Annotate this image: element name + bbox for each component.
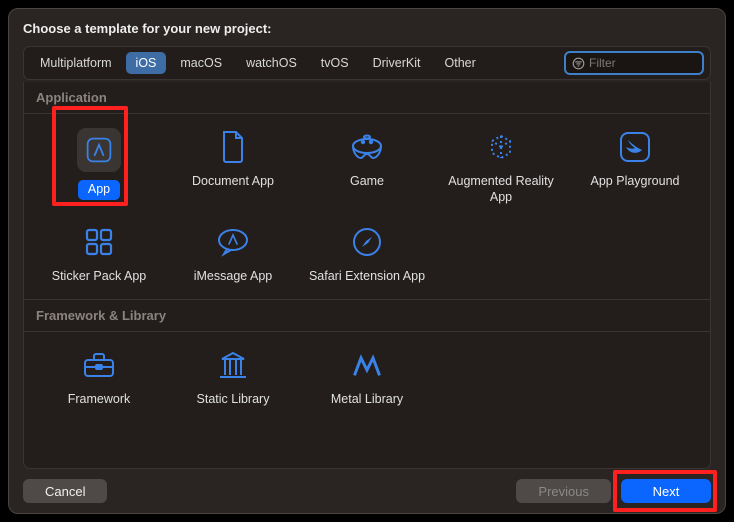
template-document-app[interactable]: Document App — [168, 128, 298, 205]
template-label: App — [78, 180, 120, 200]
tab-driverkit[interactable]: DriverKit — [363, 52, 431, 74]
section-header-application: Application — [24, 82, 710, 114]
application-grid: App Document App — [24, 114, 710, 299]
template-label: Document App — [192, 174, 274, 190]
template-label: Framework — [68, 392, 131, 408]
template-safari-extension[interactable]: Safari Extension App — [302, 223, 432, 285]
imessage-icon — [214, 223, 252, 261]
filter-field-wrap[interactable] — [564, 51, 704, 75]
swift-icon — [616, 128, 654, 166]
metal-icon — [348, 346, 386, 384]
safari-icon — [348, 223, 386, 261]
tab-macos[interactable]: macOS — [170, 52, 232, 74]
template-label: Static Library — [197, 392, 270, 408]
template-app[interactable]: App — [34, 128, 164, 205]
game-icon — [348, 128, 386, 166]
library-icon — [214, 346, 252, 384]
app-icon — [77, 128, 121, 172]
sticker-icon — [80, 223, 118, 261]
toolbox-icon — [80, 346, 118, 384]
template-label: Safari Extension App — [309, 269, 425, 285]
template-imessage-app[interactable]: iMessage App — [168, 223, 298, 285]
template-label: Augmented Reality App — [441, 174, 561, 205]
document-icon — [214, 128, 252, 166]
template-sticker-pack[interactable]: Sticker Pack App — [34, 223, 164, 285]
template-scroll-area[interactable]: Application App — [23, 82, 711, 469]
template-metal-library[interactable]: Metal Library — [302, 346, 432, 408]
framework-grid: Framework Static Library — [24, 332, 710, 422]
filter-input[interactable] — [589, 56, 734, 70]
template-label: iMessage App — [194, 269, 273, 285]
template-framework[interactable]: Framework — [34, 346, 164, 408]
template-static-library[interactable]: Static Library — [168, 346, 298, 408]
tab-ios[interactable]: iOS — [126, 52, 167, 74]
tab-watchos[interactable]: watchOS — [236, 52, 307, 74]
template-game[interactable]: Game — [302, 128, 432, 205]
next-button[interactable]: Next — [621, 479, 711, 503]
template-chooser-sheet: Choose a template for your new project: … — [8, 8, 726, 514]
tab-other[interactable]: Other — [435, 52, 486, 74]
filter-icon — [572, 56, 585, 70]
previous-button[interactable]: Previous — [516, 479, 611, 503]
ar-icon — [482, 128, 520, 166]
template-playground[interactable]: App Playground — [570, 128, 700, 205]
section-header-framework: Framework & Library — [24, 299, 710, 332]
sheet-title: Choose a template for your new project: — [23, 21, 711, 36]
tab-multiplatform[interactable]: Multiplatform — [30, 52, 122, 74]
template-label: Game — [350, 174, 384, 190]
template-label: Sticker Pack App — [52, 269, 147, 285]
tab-tvos[interactable]: tvOS — [311, 52, 359, 74]
footer-buttons: Cancel Previous Next — [23, 479, 711, 503]
template-ar-app[interactable]: Augmented Reality App — [436, 128, 566, 205]
template-label: Metal Library — [331, 392, 403, 408]
cancel-button[interactable]: Cancel — [23, 479, 107, 503]
template-label: App Playground — [591, 174, 680, 190]
platform-tabbar: Multiplatform iOS macOS watchOS tvOS Dri… — [23, 46, 711, 80]
